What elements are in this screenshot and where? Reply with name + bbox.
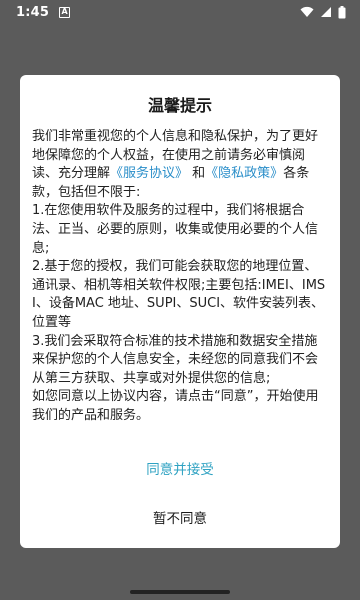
dialog-title: 温馨提示: [147, 96, 212, 115]
home-indicator: [130, 590, 230, 594]
intro-paragraph: 我们非常重视您的个人信息和隐私保护，为了更好地保障您的个人权益，在使用之前请务必…: [32, 128, 330, 202]
notification-a-icon: A: [59, 6, 71, 18]
privacy-dialog: 温馨提示 我们非常重视您的个人信息和隐私保护，为了更好地保障您的个人权益，在使用…: [20, 75, 340, 548]
signal-icon: [321, 7, 331, 17]
status-time: 1:45: [16, 4, 50, 20]
item-3: 3.我们会采取符合标准的技术措施和数据安全措施来保护您的个人信息安全，未经您的同…: [32, 333, 319, 386]
and-text: 和: [188, 166, 206, 182]
service-agreement-link[interactable]: 《服务协议》: [110, 166, 188, 181]
status-bar: 1:45 A: [0, 0, 360, 24]
privacy-policy-link[interactable]: 《隐私政策》: [205, 166, 283, 181]
dialog-body: 我们非常重视您的个人信息和隐私保护，为了更好地保障您的个人权益，在使用之前请务必…: [32, 128, 330, 426]
item-2: 2.基于您的授权，我们可能会获取您的地理位置、通讯录、相机等相关软件权限;主要包…: [32, 259, 326, 330]
battery-icon: [338, 5, 346, 18]
item-1: 1.在您使用软件及服务的过程中，我们将根据合法、正当、必要的原则，收集或使用必要…: [32, 203, 319, 256]
wifi-icon: [300, 6, 314, 17]
status-icons: [300, 5, 346, 19]
accept-button[interactable]: 同意并接受: [20, 458, 340, 478]
closing-paragraph: 如您同意以上协议内容，请点击“同意”，开始使用我们的产品和服务。: [32, 389, 319, 423]
decline-button[interactable]: 暂不同意: [20, 507, 340, 527]
